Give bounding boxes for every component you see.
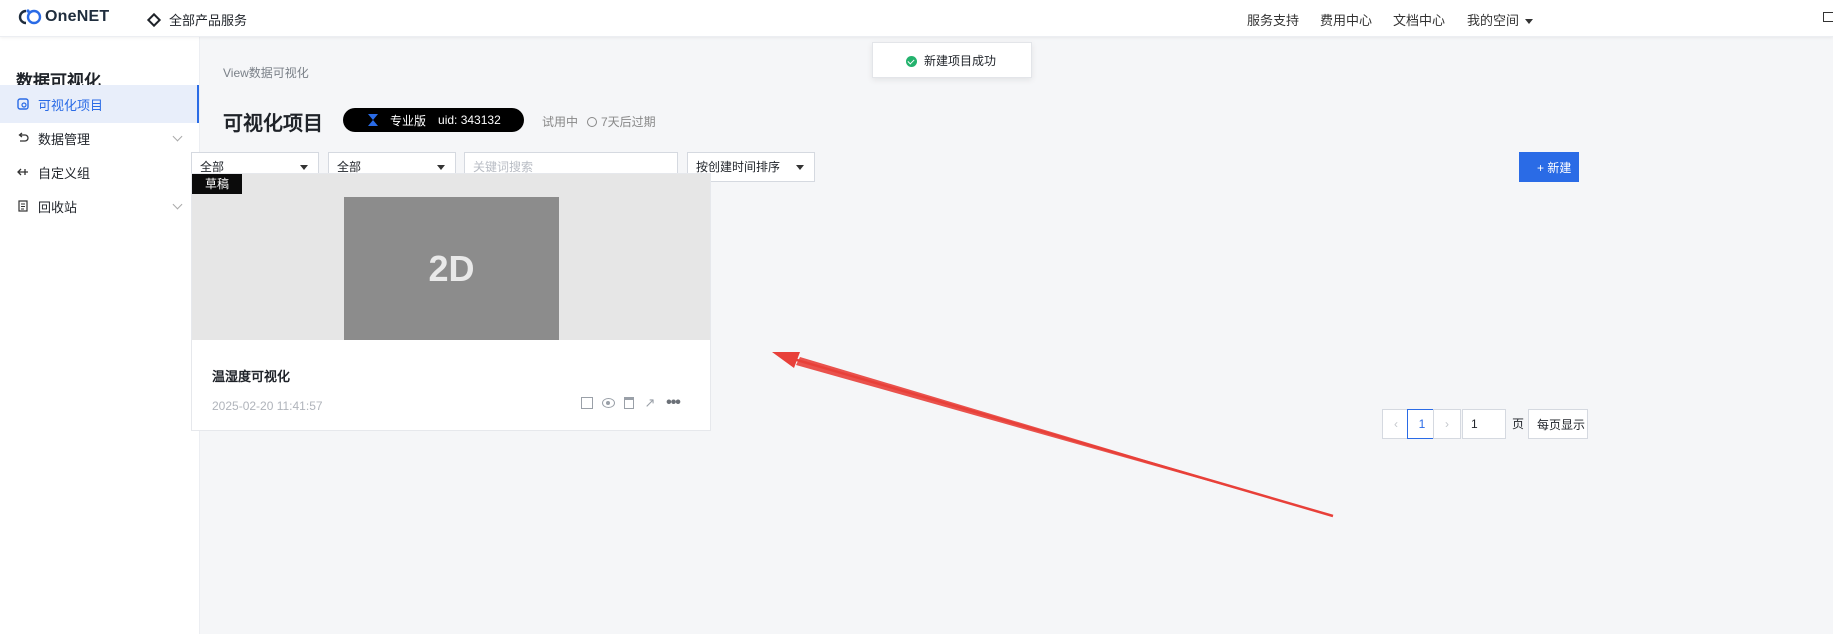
project-thumbnail[interactable]: 2D 草稿 bbox=[192, 174, 710, 340]
brand-name: OneNET bbox=[45, 8, 110, 25]
page-size-select[interactable]: 每页显示 bbox=[1528, 409, 1588, 439]
page-title: 可视化项目 bbox=[223, 113, 323, 135]
sidebar-item-label: 回收站 bbox=[38, 199, 78, 215]
pagination-prev-button[interactable]: ‹ bbox=[1382, 409, 1410, 439]
top-bar: OneNET 全部产品服务 服务支持 费用中心 文档中心 我的空间 bbox=[0, 0, 1833, 37]
all-products-label: 全部产品服务 bbox=[169, 13, 248, 28]
more-icon[interactable]: ••• bbox=[666, 394, 681, 411]
sort-value: 按创建时间排序 bbox=[696, 160, 781, 174]
all-products-menu[interactable]: 全部产品服务 bbox=[146, 10, 248, 29]
type-filter-value: 全部 bbox=[200, 160, 225, 174]
sidebar-item-data-management[interactable]: 数据管理 bbox=[0, 119, 199, 157]
onenet-logo[interactable]: OneNET bbox=[17, 8, 109, 26]
chevron-down-icon bbox=[172, 199, 183, 210]
edition-label: 专业版 bbox=[390, 113, 427, 128]
sidebar-item-label: 可视化项目 bbox=[38, 97, 104, 113]
share-icon[interactable]: ↗ bbox=[643, 395, 657, 410]
mail-icon[interactable] bbox=[1823, 12, 1833, 22]
nav-my-space-label: 我的空间 bbox=[1467, 13, 1520, 28]
sidebar-item-label: 数据管理 bbox=[38, 131, 91, 147]
nav-service-support[interactable]: 服务支持 bbox=[1247, 10, 1299, 29]
hourglass-icon bbox=[368, 114, 378, 126]
clock-icon bbox=[587, 116, 597, 127]
chevron-down-icon bbox=[300, 165, 308, 170]
main-content: View数据可视化 可视化项目 专业版 uid: 343132 试用中 7天后过… bbox=[191, 37, 1833, 634]
success-toast: 新建项目成功 bbox=[872, 42, 1032, 78]
delete-icon[interactable] bbox=[624, 397, 634, 409]
sidebar-item-recycle-bin[interactable]: 回收站 bbox=[0, 187, 199, 225]
project-date: 2025-02-20 11:41:57 bbox=[212, 399, 323, 413]
nav-my-space[interactable]: 我的空间 bbox=[1467, 10, 1534, 29]
sidebar-item-visual-projects[interactable]: 可视化项目 bbox=[0, 85, 199, 123]
sidebar: 数据可视化 可视化项目 数据管理 自定义组 回收站 bbox=[0, 37, 200, 634]
edit-icon[interactable] bbox=[581, 397, 593, 409]
new-project-button[interactable]: + 新建 bbox=[1519, 152, 1579, 182]
nav-docs-center[interactable]: 文档中心 bbox=[1393, 10, 1445, 29]
page-unit-label: 页 bbox=[1512, 417, 1525, 431]
component-icon bbox=[16, 165, 30, 179]
chevron-down-icon bbox=[796, 165, 804, 170]
draft-tag: 草稿 bbox=[192, 174, 242, 194]
diamond-icon bbox=[146, 12, 162, 27]
nav-billing-center[interactable]: 费用中心 bbox=[1320, 10, 1372, 29]
chevron-down-icon bbox=[437, 165, 445, 170]
onenet-logo-icon bbox=[18, 9, 42, 25]
pagination-next-button[interactable]: › bbox=[1433, 409, 1461, 439]
edition-badge: 专业版 uid: 343132 bbox=[343, 108, 524, 132]
chevron-down-icon bbox=[1525, 19, 1534, 25]
project-card[interactable]: 2D 草稿 温湿度可视化 2025-02-20 11:41:57 ↗ ••• bbox=[191, 173, 711, 431]
project-title[interactable]: 温湿度可视化 bbox=[212, 366, 290, 385]
expire-label: 7天后过期 bbox=[601, 115, 656, 129]
undo-icon bbox=[16, 131, 30, 145]
status-filter-value: 全部 bbox=[337, 160, 362, 174]
dashboard-icon bbox=[16, 97, 30, 111]
preview-icon[interactable] bbox=[602, 398, 615, 408]
thumbnail-2d: 2D bbox=[344, 197, 559, 340]
sidebar-item-custom-group[interactable]: 自定义组 bbox=[0, 153, 199, 191]
chevron-down-icon bbox=[172, 131, 183, 142]
trial-status: 试用中 bbox=[542, 115, 579, 129]
uid-label: uid: 343132 bbox=[438, 113, 501, 127]
expire-info: 7天后过期 bbox=[587, 113, 656, 130]
breadcrumb[interactable]: View数据可视化 bbox=[223, 64, 309, 81]
card-actions: ↗ ••• bbox=[581, 394, 689, 411]
page-jump-input[interactable]: 1 bbox=[1462, 409, 1506, 439]
sidebar-item-label: 自定义组 bbox=[38, 165, 91, 181]
document-icon bbox=[16, 199, 30, 213]
toast-message: 新建项目成功 bbox=[924, 53, 997, 68]
check-circle-icon bbox=[906, 56, 917, 67]
